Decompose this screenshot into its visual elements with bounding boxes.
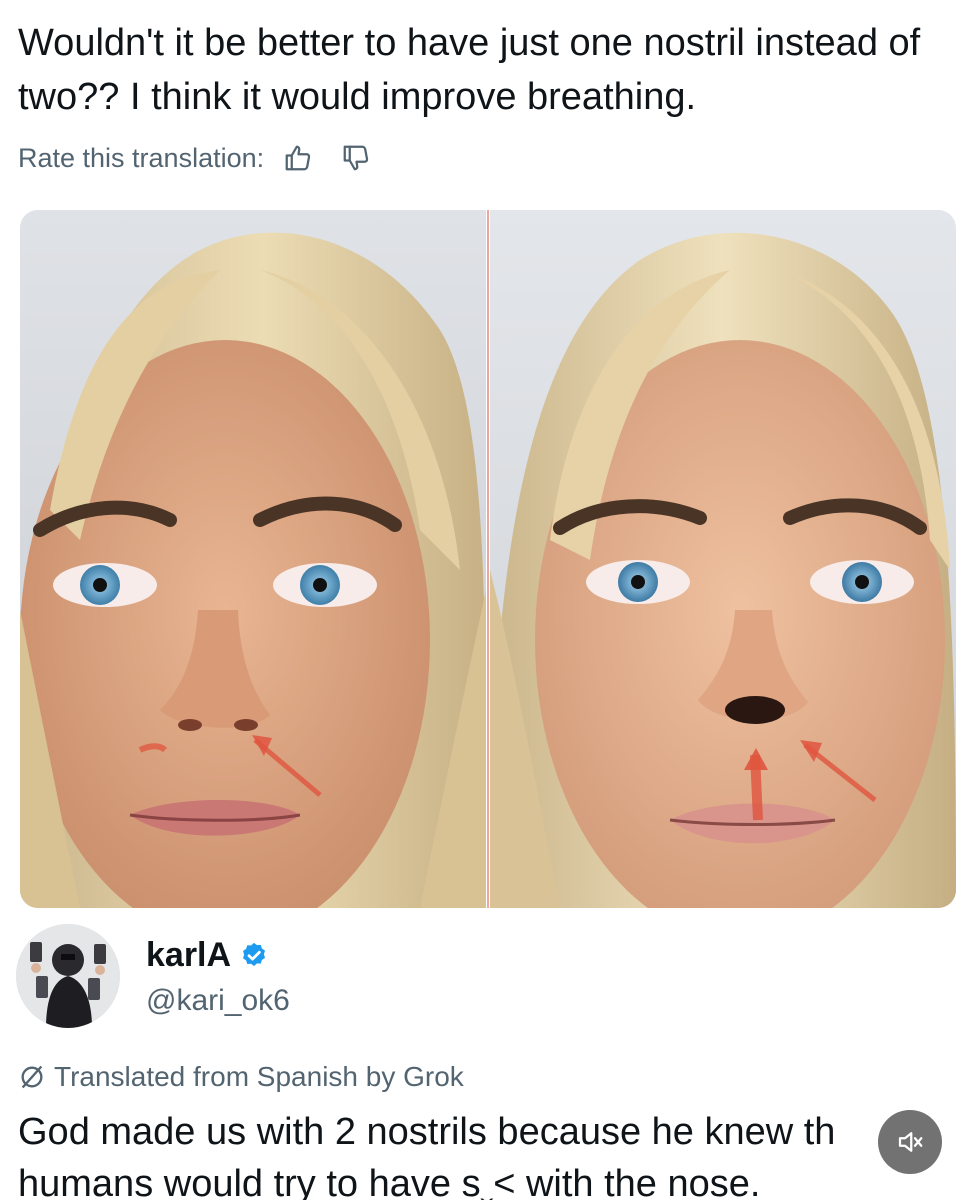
post-media-image[interactable] <box>20 210 956 908</box>
avatar[interactable] <box>16 924 120 1028</box>
thumbs-down-icon[interactable] <box>336 138 376 178</box>
media-panel-right <box>490 210 956 908</box>
post-text: Wouldn't it be better to have just one n… <box>18 22 921 118</box>
face-right-illustration <box>490 210 956 908</box>
reply-text-line-1: God made us with 2 nostrils because he k… <box>18 1111 836 1153</box>
speaker-muted-icon <box>898 1132 923 1152</box>
mute-button[interactable] <box>878 1110 942 1174</box>
rate-translation-row: Rate this translation: <box>18 138 394 178</box>
author-name[interactable]: karlA <box>146 936 269 975</box>
author-handle[interactable]: @kari_ok6 <box>146 984 290 1018</box>
translated-label: Translated from Spanish by Grok <box>54 1061 464 1092</box>
reply-author: karlA @kari_ok6 <box>14 922 954 1032</box>
author-name-text: karlA <box>146 936 232 974</box>
grok-icon <box>21 1065 43 1089</box>
screenshot-page: Wouldn't it be better to have just one n… <box>0 0 976 1200</box>
translated-by-row[interactable]: Translated from Spanish by Grok <box>18 1058 464 1096</box>
verified-badge-icon <box>239 941 269 971</box>
media-panel-left <box>20 210 486 908</box>
reply-text-line-2: humans would try to have sˬ˂ with the no… <box>18 1163 761 1200</box>
face-left-illustration <box>20 210 486 908</box>
rate-translation-label: Rate this translation: <box>18 142 265 173</box>
reply-text: God made us with 2 nostrils because he k… <box>18 1106 918 1200</box>
thumbs-up-icon[interactable] <box>278 138 318 178</box>
